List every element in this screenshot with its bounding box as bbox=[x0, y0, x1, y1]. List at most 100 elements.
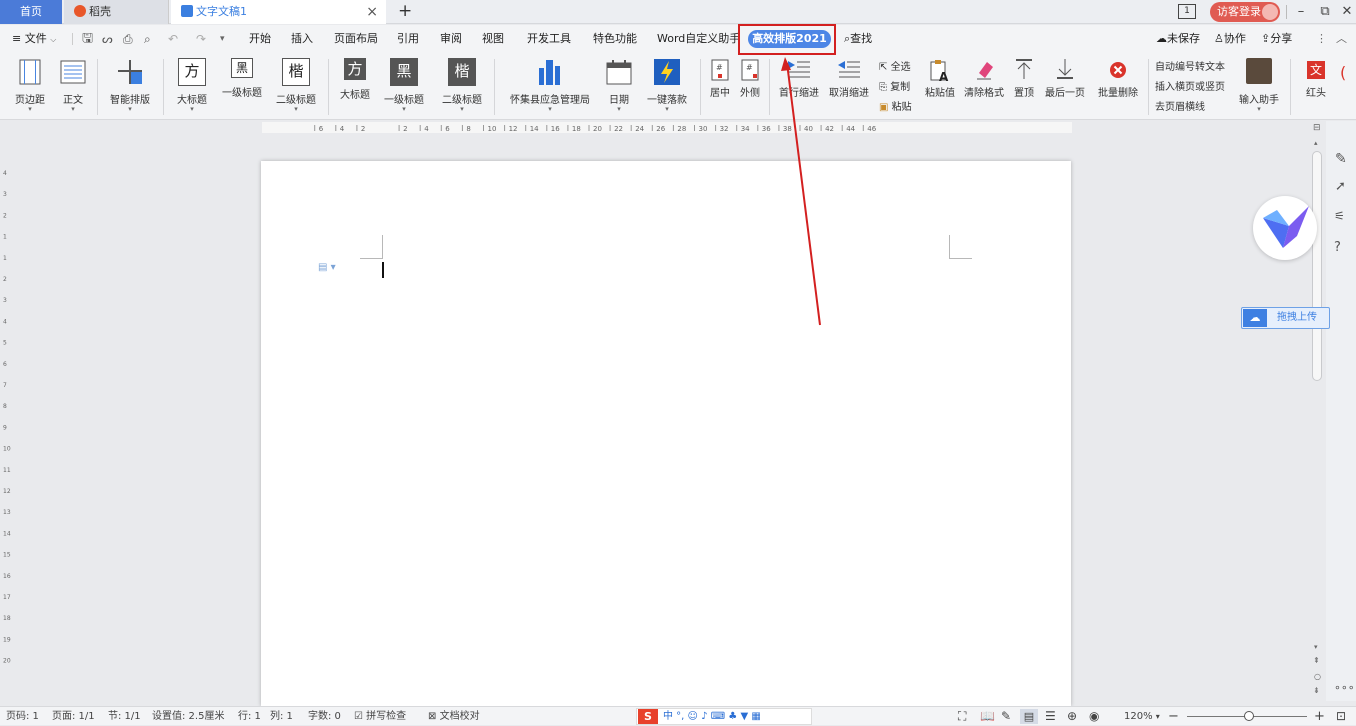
new-tab-button[interactable]: + bbox=[398, 0, 412, 22]
next-page-icon[interactable]: ⇟ bbox=[1313, 686, 1320, 695]
status-setting[interactable]: 设置值: 2.5厘米 bbox=[152, 707, 224, 726]
cancel-indent-button[interactable]: 取消缩进 bbox=[826, 53, 872, 120]
more-dropdown-icon[interactable]: ▾ bbox=[220, 25, 225, 53]
one-key-sign-button[interactable]: 一键落款 ▾ bbox=[644, 53, 690, 120]
insert-page-orientation-button[interactable]: 插入横页或竖页 bbox=[1155, 81, 1225, 95]
paste-button[interactable]: ▣ 粘贴 bbox=[879, 101, 912, 115]
tab-close-icon[interactable]: × bbox=[366, 0, 378, 24]
status-col[interactable]: 列: 1 bbox=[270, 707, 293, 726]
auto-number-to-text-button[interactable]: 自动编号转文本 bbox=[1155, 61, 1225, 75]
read-mode-icon[interactable]: 📖 bbox=[980, 707, 995, 726]
menu-item-features[interactable]: 特色功能 bbox=[593, 25, 637, 53]
outline-view-icon[interactable]: ☰ bbox=[1045, 707, 1056, 726]
menu-item-start[interactable]: 开始 bbox=[249, 25, 271, 53]
level2-title-button[interactable]: 楷 二级标题 ▾ bbox=[272, 53, 320, 120]
status-pages[interactable]: 页面: 1/1 bbox=[52, 707, 95, 726]
status-section[interactable]: 节: 1/1 bbox=[108, 707, 141, 726]
page-view-icon[interactable]: ▤ bbox=[1020, 709, 1038, 724]
document-page[interactable]: ▤ ▾ bbox=[261, 161, 1071, 706]
menu-item-insert[interactable]: 插入 bbox=[291, 25, 313, 53]
scroll-thumb[interactable] bbox=[1312, 151, 1322, 381]
level1-title2-button[interactable]: 黑 一级标题 ▾ bbox=[380, 53, 428, 120]
bird-assistant-icon[interactable] bbox=[1253, 196, 1317, 260]
horizontal-ruler[interactable]: 6 4 2 2 4 6 8 10 12 14 16 18 20 22 24 26 28 30 32 34 36 38 40 4… bbox=[0, 121, 1310, 135]
scroll-top-icon[interactable]: ⊟ bbox=[1313, 123, 1321, 133]
guest-login-button[interactable]: 访客登录 bbox=[1210, 2, 1280, 22]
search-button[interactable]: ⌕查找 bbox=[844, 25, 872, 53]
zoom-out-button[interactable]: − bbox=[1168, 707, 1179, 726]
save-icon[interactable]: 🖫 bbox=[82, 25, 93, 53]
menu-item-page-layout[interactable]: 页面布局 bbox=[334, 25, 378, 53]
input-helper-button[interactable]: 输入助手 ▾ bbox=[1236, 53, 1282, 120]
pointer-icon[interactable]: ➚ bbox=[1335, 179, 1346, 194]
tab-document[interactable]: 文字文稿1 × bbox=[171, 0, 386, 24]
menu-item-review[interactable]: 审阅 bbox=[440, 25, 462, 53]
paragraph-menu-icon[interactable]: ▤ ▾ bbox=[318, 262, 336, 273]
minimize-button[interactable]: – bbox=[1290, 0, 1312, 24]
close-window-button[interactable]: ✕ bbox=[1336, 0, 1356, 24]
menu-item-dev-tools[interactable]: 开发工具 bbox=[527, 25, 571, 53]
preview-icon[interactable]: ⌕ bbox=[144, 25, 151, 53]
menu-item-word-helper[interactable]: Word自定义助手 bbox=[657, 25, 740, 53]
margin-button[interactable]: 页边距 ▾ bbox=[8, 53, 52, 120]
vertical-ruler[interactable]: 4 3 2 1 1 2 3 4 5 6 7 8 9 10 11 12 13 14 15 16 17 18 19 20 bbox=[0, 135, 14, 701]
page-indicator-icon[interactable]: 1 bbox=[1178, 4, 1196, 19]
body-text-button[interactable]: 正文 ▾ bbox=[54, 53, 92, 120]
doc-proof-button[interactable]: ⊠ 文档校对 bbox=[428, 707, 480, 726]
status-row[interactable]: 行: 1 bbox=[238, 707, 261, 726]
paste-value-button[interactable]: A 粘贴值 bbox=[922, 53, 958, 120]
collapse-ribbon-icon[interactable]: ︿ bbox=[1336, 25, 1347, 53]
tab-home[interactable]: 首页 bbox=[0, 0, 62, 24]
ime-toolbar[interactable]: S 中 °, ☺ ♪ ⌨ ♣ ▼ ▦ bbox=[636, 708, 812, 725]
level2-title2-button[interactable]: 楷 二级标题 ▾ bbox=[438, 53, 486, 120]
edit-mode-icon[interactable]: ✎ bbox=[1001, 707, 1011, 726]
scroll-up-icon[interactable]: ▴ bbox=[1314, 139, 1318, 147]
undo-icon[interactable]: ↶ bbox=[168, 25, 178, 53]
unsaved-button[interactable]: ☁未保存 bbox=[1156, 25, 1200, 53]
help-icon[interactable]: ? bbox=[1334, 240, 1341, 255]
batch-delete-button[interactable]: 批量删除 bbox=[1092, 53, 1144, 120]
big-title2-button[interactable]: 方 大标题 bbox=[334, 53, 376, 120]
scroll-down-icon[interactable]: ▾ bbox=[1314, 643, 1318, 651]
tab-daoke[interactable]: 稻壳 bbox=[64, 0, 169, 24]
share-button[interactable]: ⇪分享 bbox=[1261, 25, 1292, 53]
export-icon[interactable]: ᔕ bbox=[102, 25, 113, 53]
remove-header-line-button[interactable]: 去页眉横线 bbox=[1155, 101, 1205, 115]
fullscreen-icon[interactable]: ⛶ bbox=[958, 707, 966, 726]
print-icon[interactable]: ⎙ bbox=[123, 25, 133, 53]
more-dots-icon[interactable]: ∘∘∘ bbox=[1334, 681, 1355, 694]
more-ribbon-icon[interactable]: ( bbox=[1340, 63, 1346, 82]
select-all-button[interactable]: ⇱ 全选 bbox=[879, 61, 911, 75]
spell-check-toggle[interactable]: ☑ 拼写检查 bbox=[354, 707, 406, 726]
last-page-button[interactable]: 最后一页 bbox=[1042, 53, 1088, 120]
collab-button[interactable]: ♙协作 bbox=[1214, 25, 1246, 53]
redo-icon[interactable]: ↷ bbox=[196, 25, 206, 53]
center-button[interactable]: # 居中 bbox=[706, 53, 734, 120]
zoom-in-button[interactable]: + bbox=[1314, 707, 1325, 726]
menu-item-view[interactable]: 视图 bbox=[482, 25, 504, 53]
date-button[interactable]: 日期 ▾ bbox=[600, 53, 638, 120]
level1-title-button[interactable]: 黑 一级标题 bbox=[218, 53, 266, 120]
red-head-button[interactable]: 文 红头 bbox=[1298, 53, 1334, 120]
smart-layout-button[interactable]: 智能排版 ▾ bbox=[104, 53, 156, 120]
bureau-button[interactable]: 怀集县应急管理局 ▾ bbox=[504, 53, 596, 120]
pen-icon[interactable]: ✎ bbox=[1335, 151, 1347, 167]
drag-upload-button[interactable]: ☁ 拖拽上传 bbox=[1241, 307, 1330, 329]
restore-button[interactable]: ⧉ bbox=[1314, 0, 1336, 24]
prev-page-icon[interactable]: ⇞ bbox=[1313, 656, 1320, 665]
zoom-slider-thumb[interactable] bbox=[1244, 711, 1254, 721]
top-button[interactable]: 置顶 bbox=[1010, 53, 1038, 120]
file-menu[interactable]: ≡ 文件 ⌵ bbox=[12, 25, 56, 53]
clear-format-button[interactable]: 清除格式 bbox=[962, 53, 1006, 120]
big-title-button[interactable]: 方 大标题 ▾ bbox=[170, 53, 214, 120]
select-browse-icon[interactable]: ○ bbox=[1314, 672, 1321, 681]
eye-protect-icon[interactable]: ◉ bbox=[1089, 707, 1099, 726]
web-view-icon[interactable]: ⊕ bbox=[1067, 707, 1077, 726]
menu-item-reference[interactable]: 引用 bbox=[397, 25, 419, 53]
sliders-icon[interactable]: ⚟ bbox=[1334, 209, 1345, 223]
status-word-count[interactable]: 字数: 0 bbox=[308, 707, 341, 726]
outside-button[interactable]: # 外侧 bbox=[736, 53, 764, 120]
copy-button[interactable]: ⎘ 复制 bbox=[879, 81, 910, 95]
zoom-level[interactable]: 120% ▾ bbox=[1124, 707, 1160, 726]
fit-page-icon[interactable]: ⊡ bbox=[1336, 707, 1346, 726]
